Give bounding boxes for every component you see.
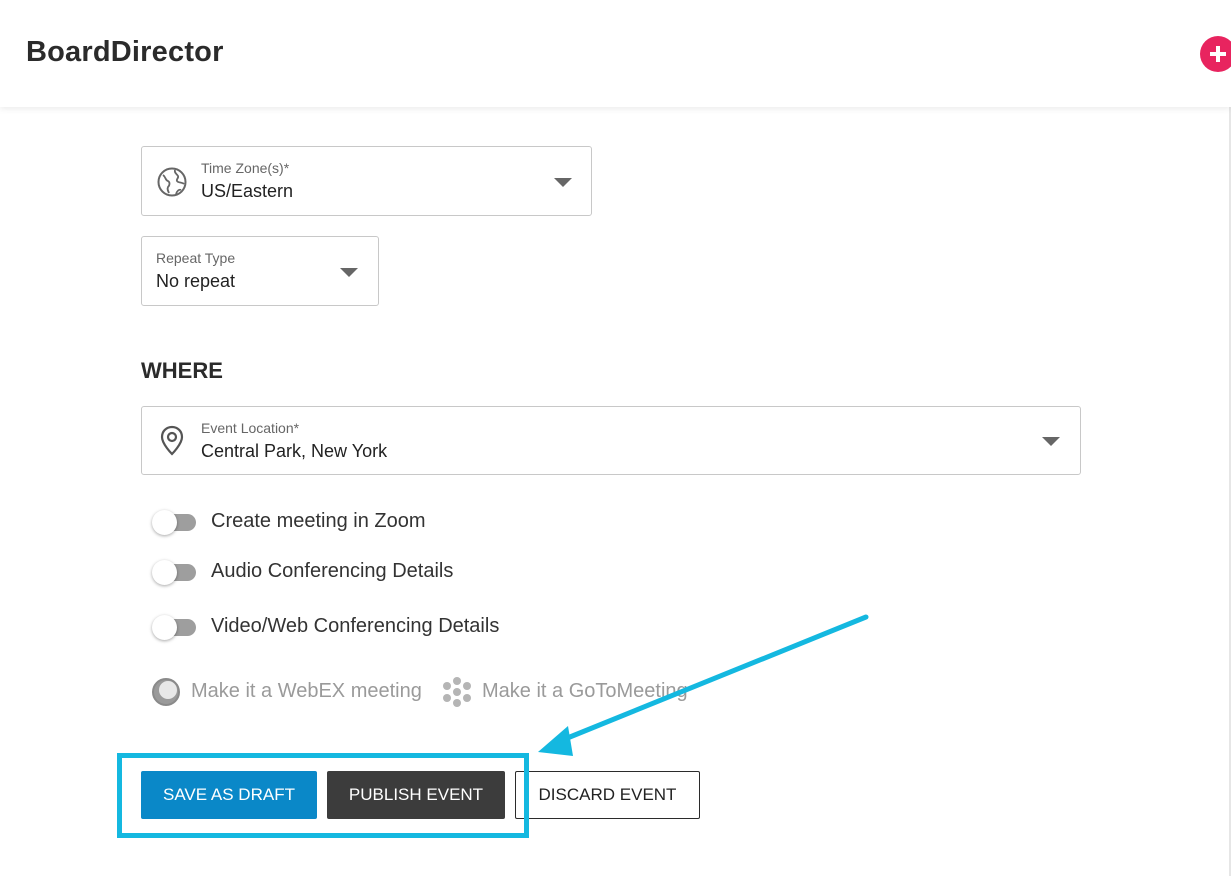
webex-icon xyxy=(152,678,180,706)
toggle-knob xyxy=(152,560,177,585)
gotomeeting-option[interactable]: Make it a GoToMeeting xyxy=(441,676,691,707)
event-location-value: Central Park, New York xyxy=(201,441,388,461)
globe-icon xyxy=(157,167,187,197)
save-as-draft-button[interactable]: SAVE AS DRAFT xyxy=(141,771,317,819)
zoom-toggle-label: Create meeting in Zoom xyxy=(211,510,426,532)
webex-option[interactable]: Make it a WebEX meeting xyxy=(150,676,425,706)
add-button[interactable] xyxy=(1200,36,1231,72)
app-header: BoardDirector xyxy=(0,0,1231,107)
video-toggle-label: Video/Web Conferencing Details xyxy=(211,615,500,637)
chevron-down-icon xyxy=(554,178,572,187)
toggle-knob xyxy=(152,615,177,640)
repeat-type-select[interactable]: Repeat Type No repeat xyxy=(141,236,379,306)
webex-option-label: Make it a WebEX meeting xyxy=(191,680,422,702)
event-location-label: Event Location* xyxy=(201,420,300,436)
discard-event-button[interactable]: DISCARD EVENT xyxy=(515,771,700,819)
plus-icon xyxy=(1210,46,1226,62)
video-conferencing-toggle[interactable]: Video/Web Conferencing Details xyxy=(152,610,512,640)
time-zone-value: US/Eastern xyxy=(201,181,294,201)
chevron-down-icon xyxy=(1042,437,1060,446)
zoom-meeting-toggle[interactable]: Create meeting in Zoom xyxy=(152,505,472,535)
publish-event-button[interactable]: PUBLISH EVENT xyxy=(327,771,505,819)
chevron-down-icon xyxy=(340,268,358,277)
event-location-select[interactable]: Event Location* Central Park, New York xyxy=(141,406,1081,475)
time-zone-label: Time Zone(s)* xyxy=(201,160,290,176)
gotomeeting-icon xyxy=(443,677,471,707)
repeat-type-value: No repeat xyxy=(156,271,236,291)
audio-toggle-label: Audio Conferencing Details xyxy=(211,560,454,582)
time-zone-select[interactable]: Time Zone(s)* US/Eastern xyxy=(141,146,592,216)
audio-conferencing-toggle[interactable]: Audio Conferencing Details xyxy=(152,555,472,585)
repeat-type-label: Repeat Type xyxy=(156,250,236,266)
where-section-title: WHERE xyxy=(141,358,223,383)
location-pin-icon xyxy=(160,425,184,456)
app-title: BoardDirector xyxy=(26,36,224,68)
toggle-knob xyxy=(152,510,177,535)
gotomeeting-option-label: Make it a GoToMeeting xyxy=(482,680,688,702)
